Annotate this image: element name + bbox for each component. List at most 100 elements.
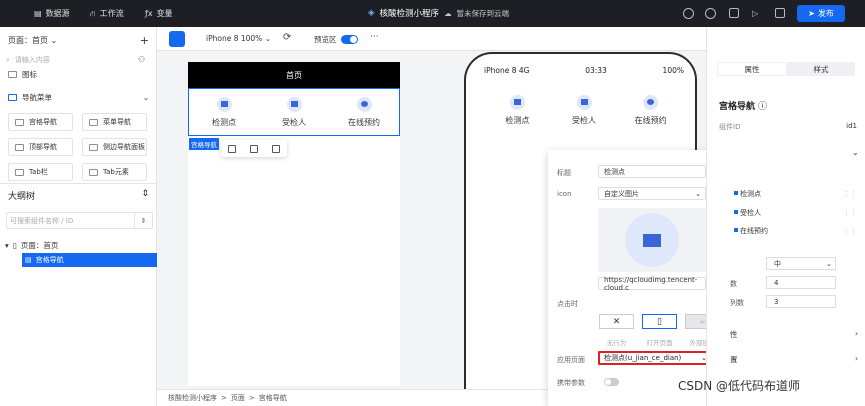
save-icon[interactable] bbox=[729, 8, 739, 18]
image-icon bbox=[8, 71, 17, 78]
component-grid-nav[interactable]: 宫格导航 bbox=[8, 113, 73, 131]
open-page-option[interactable]: ▯ bbox=[642, 314, 677, 329]
grid-nav-component[interactable]: 检测点 受检人 在线预约 bbox=[188, 88, 400, 136]
count-input[interactable]: 4 bbox=[766, 276, 836, 289]
nav-item[interactable]: 检测点 bbox=[484, 92, 551, 128]
refresh-icon[interactable]: ⟳ bbox=[283, 32, 291, 43]
add-icon[interactable]: + bbox=[140, 34, 149, 47]
image-url-input[interactable]: https://qcloudimg.tencent-cloud.c bbox=[598, 276, 706, 292]
drag-icon[interactable]: ⋮⋮ bbox=[843, 227, 857, 235]
datasource-menu[interactable]: ▤ 数据源 bbox=[34, 7, 70, 20]
toggle-switch[interactable] bbox=[340, 35, 358, 44]
preview-toggle[interactable]: 预览区 bbox=[314, 34, 358, 45]
tab-properties[interactable]: 属性 bbox=[718, 63, 786, 75]
link-icon: ∞ bbox=[699, 317, 706, 326]
file-icon: ▯ bbox=[12, 241, 17, 250]
chevron-right-icon: › bbox=[855, 329, 858, 338]
chevron-down-icon: ⌄ bbox=[826, 259, 832, 268]
nav-item[interactable]: 在线预约 bbox=[329, 89, 399, 135]
nav-item[interactable]: 检测点 bbox=[189, 89, 259, 135]
topnav-icon bbox=[15, 143, 24, 151]
publish-button[interactable]: ➤ 发布 bbox=[797, 5, 845, 22]
component-menu-nav[interactable]: 菜单导航 bbox=[82, 113, 147, 131]
workflow-icon: ⛙ bbox=[90, 8, 96, 18]
list-icon bbox=[89, 118, 98, 126]
component-search[interactable]: ⌕ 请输入内容 bbox=[6, 53, 133, 67]
component-side-nav[interactable]: 侧边导航面板 bbox=[82, 138, 147, 156]
component-id-row: 组件ID id1 bbox=[719, 122, 857, 131]
canvas-toolbar: iPhone 8 100% ⌄ ⟳ 预览区 ··· bbox=[157, 27, 706, 51]
nav-list-item[interactable]: 在线预约 ⋮⋮ bbox=[734, 225, 857, 236]
device-selector[interactable]: iPhone 8 100% ⌄ bbox=[206, 34, 271, 43]
nav-list-item[interactable]: 检测点 ⋮⋮ bbox=[734, 188, 857, 199]
delete-icon[interactable] bbox=[272, 144, 280, 153]
component-top-nav[interactable]: 顶部导航 bbox=[8, 138, 73, 156]
section-nav-menu[interactable]: 导航菜单 ⌄ bbox=[8, 92, 149, 103]
nav-item[interactable]: 受检人 bbox=[551, 92, 618, 128]
properties-tabs: 属性 样式 bbox=[717, 62, 855, 76]
app-page-select[interactable]: 检测点(u_jian_ce_dian) ⌄ bbox=[598, 351, 712, 365]
component-title: 宫格导航 ⓘ bbox=[719, 102, 768, 112]
workflow-menu[interactable]: ⛙ 工作流 bbox=[90, 7, 124, 20]
search-icon: ⌕ bbox=[6, 55, 10, 64]
preview-play-icon[interactable]: ▷ bbox=[752, 7, 758, 20]
floating-toolbar bbox=[221, 140, 287, 157]
status-bar: iPhone 8 4G 03:33 100% bbox=[484, 66, 684, 75]
variable-menu[interactable]: ƒx 变量 bbox=[145, 7, 173, 20]
save-icon[interactable] bbox=[228, 144, 236, 153]
title-input[interactable]: 检测点 bbox=[598, 165, 706, 178]
chevron-down-icon: ⌄ bbox=[142, 93, 149, 102]
nav-item[interactable]: 受检人 bbox=[259, 89, 329, 135]
section-collapsed[interactable]: 性 › bbox=[730, 329, 858, 340]
component-market-icon[interactable]: ⚇ bbox=[138, 55, 145, 64]
person-icon bbox=[286, 96, 302, 112]
component-tag: 宫格导航 bbox=[189, 138, 219, 150]
stepper-icon[interactable]: ⇕ bbox=[134, 213, 152, 228]
component-icon-item[interactable]: 图标 bbox=[8, 69, 37, 80]
icon-select[interactable]: 自定义图片 ⌄ bbox=[598, 187, 706, 200]
export-icon[interactable] bbox=[775, 8, 785, 18]
history-icon[interactable] bbox=[705, 8, 716, 19]
grid-icon bbox=[15, 118, 24, 126]
tree-node-page[interactable]: ▾ ▯ 页面：首页 bbox=[5, 240, 58, 251]
nav-item[interactable]: 在线预约 bbox=[617, 92, 684, 128]
chevron-down-icon[interactable]: ⌄ bbox=[852, 148, 859, 157]
outline-tree-header[interactable]: 大纲树 ⇕ bbox=[8, 189, 149, 202]
right-panel: 属性 样式 宫格导航 ⓘ 组件ID id1 ⌄ 检测点 ⋮⋮ 受检人 ⋮⋮ 在线预约… bbox=[706, 27, 865, 406]
close-icon: ✕ bbox=[612, 316, 621, 327]
expand-icon[interactable]: ⇕ bbox=[141, 189, 149, 202]
more-icon[interactable]: ··· bbox=[370, 32, 379, 42]
carry-params-toggle[interactable] bbox=[604, 378, 619, 386]
phone-grid-nav: 检测点 受检人 在线预约 bbox=[484, 92, 684, 128]
chevron-down-icon: ⌄ bbox=[695, 189, 701, 198]
align-select[interactable]: 中 ⌄ bbox=[766, 257, 836, 270]
chevron-down-icon: ⌄ bbox=[50, 35, 58, 45]
menu-icon bbox=[8, 94, 17, 101]
person-icon bbox=[576, 94, 592, 110]
section-collapsed[interactable]: 置 › bbox=[730, 354, 858, 365]
app-title: ◈ 核酸检测小程序 ☁ 暂未保存到云端 bbox=[368, 8, 510, 19]
app-logo-icon: ◈ bbox=[368, 8, 375, 18]
cols-input[interactable]: 3 bbox=[766, 295, 836, 308]
tree-node-grid-nav[interactable]: ▤ 宫格导航 bbox=[22, 253, 157, 267]
left-panel: 页面：首页 ⌄ + ⌕ 请输入内容 ⚇ 图标 导航菜单 ⌄ 宫格导航 菜单导航 … bbox=[0, 27, 157, 406]
tabbar-icon bbox=[15, 168, 24, 176]
no-action-option[interactable]: ✕ bbox=[599, 314, 634, 329]
page-title: 首页 bbox=[188, 62, 400, 88]
image-preview[interactable] bbox=[598, 208, 706, 272]
page-selector[interactable]: 页面：首页 ⌄ + bbox=[8, 34, 149, 47]
outline-search-input[interactable]: 可搜索组件名称 / ID ⇕ bbox=[6, 212, 153, 229]
drag-icon[interactable]: ⋮⋮ bbox=[843, 190, 857, 198]
page-canvas[interactable]: 首页 检测点 受检人 在线预约 bbox=[188, 62, 400, 386]
drag-icon[interactable]: ⋮⋮ bbox=[843, 209, 857, 217]
cloud-icon: ☁ bbox=[444, 8, 452, 18]
chevron-down-icon: ⌄ bbox=[264, 34, 271, 43]
compass-icon[interactable] bbox=[169, 31, 185, 47]
nav-list-item[interactable]: 受检人 ⋮⋮ bbox=[734, 207, 857, 218]
tab-style[interactable]: 样式 bbox=[787, 62, 855, 76]
component-tabbar[interactable]: Tab栏 bbox=[8, 163, 73, 181]
copy-icon[interactable] bbox=[250, 144, 258, 153]
component-tab-element[interactable]: Tab元素 bbox=[82, 163, 147, 181]
help-icon[interactable] bbox=[683, 8, 694, 19]
info-icon: ⓘ bbox=[758, 102, 768, 112]
